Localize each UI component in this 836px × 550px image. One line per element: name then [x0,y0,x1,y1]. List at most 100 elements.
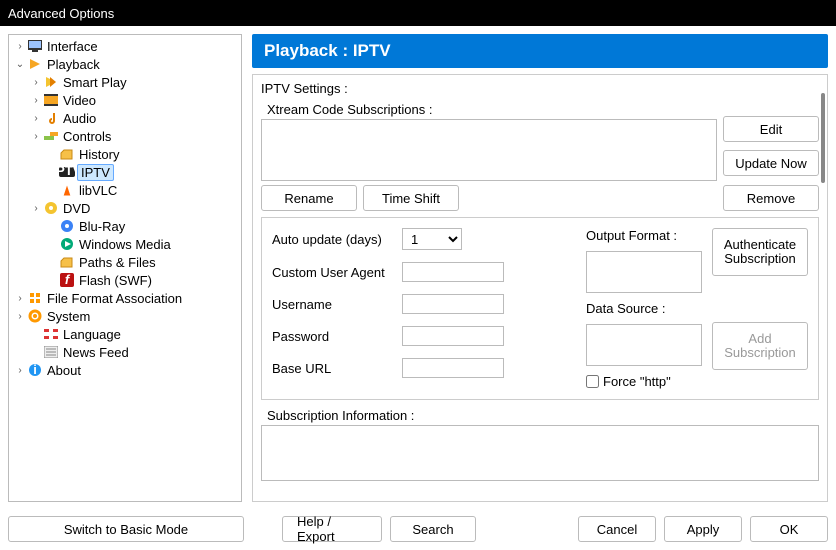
authenticate-subscription-button[interactable]: Authenticate Subscription [712,228,808,276]
cua-label: Custom User Agent [272,265,394,280]
force-http-checkbox[interactable] [586,375,599,388]
password-label: Password [272,329,394,344]
tree-label: System [45,309,92,324]
news-icon [43,344,59,360]
chevron-right-icon[interactable]: › [13,293,27,304]
force-http-label: Force "http" [603,374,671,389]
subscription-info-label: Subscription Information : [261,408,819,423]
help-export-button[interactable]: Help / Export [282,516,382,542]
remove-button[interactable]: Remove [723,185,819,211]
controls-icon [43,128,59,144]
cancel-button[interactable]: Cancel [578,516,656,542]
tree-label: DVD [61,201,92,216]
tree-flash[interactable]: fFlash (SWF) [9,271,241,289]
chevron-right-icon[interactable]: › [29,95,43,106]
tree-playback[interactable]: ⌄Playback [9,55,241,73]
tree-label: Blu-Ray [77,219,127,234]
search-button[interactable]: Search [390,516,476,542]
tree-label: About [45,363,83,378]
smartplay-icon [43,74,59,90]
username-input[interactable] [402,294,504,314]
sidebar-tree[interactable]: ›Interface ⌄Playback ›Smart Play ›Video … [8,34,242,502]
tree-winmedia[interactable]: Windows Media [9,235,241,253]
custom-user-agent-input[interactable] [402,262,504,282]
tree-label: Video [61,93,98,108]
data-source-label: Data Source : [586,301,702,316]
tree-label: libVLC [77,183,119,198]
flash-icon: f [59,272,75,288]
tree-news[interactable]: News Feed [9,343,241,361]
xtream-subscriptions-list[interactable] [261,119,717,181]
add-subscription-button[interactable]: Add Subscription [712,322,808,370]
password-input[interactable] [402,326,504,346]
tree-label: Controls [61,129,113,144]
chevron-right-icon[interactable]: › [13,41,27,52]
tree-assoc[interactable]: › File Format Association [9,289,241,307]
tree-language[interactable]: Language [9,325,241,343]
baseurl-label: Base URL [272,361,394,376]
assoc-icon [27,290,43,306]
rename-button[interactable]: Rename [261,185,357,211]
tree-iptv[interactable]: IPTVIPTV [9,163,241,181]
edit-button[interactable]: Edit [723,116,819,142]
tree-interface[interactable]: ›Interface [9,37,241,55]
ok-button[interactable]: OK [750,516,828,542]
auto-update-select[interactable]: 1 [402,228,462,250]
libvlc-icon [59,182,75,198]
tree-about[interactable]: › i About [9,361,241,379]
credentials-section: Auto update (days)1 Custom User Agent Us… [261,217,819,400]
svg-text:i: i [33,363,37,377]
chevron-down-icon[interactable]: ⌄ [13,59,27,70]
chevron-right-icon[interactable]: › [13,365,27,376]
subscription-info-box[interactable] [261,425,819,481]
tree-label: Flash (SWF) [77,273,154,288]
system-icon [27,308,43,324]
chevron-right-icon[interactable]: › [29,203,43,214]
tree-system[interactable]: › System [9,307,241,325]
settings-body: IPTV Settings : Xtream Code Subscription… [252,74,828,502]
data-source-box[interactable] [586,324,702,366]
base-url-input[interactable] [402,358,504,378]
tree-history[interactable]: History [9,145,241,163]
update-now-button[interactable]: Update Now [723,150,819,176]
iptv-icon: IPTV [59,164,75,180]
tree-label: Smart Play [61,75,129,90]
main-panel: Playback : IPTV IPTV Settings : Xtream C… [252,34,828,502]
playback-icon [27,56,43,72]
tree-label: IPTV [77,164,114,181]
video-icon [43,92,59,108]
tree-dvd[interactable]: › DVD [9,199,241,217]
page-title: Playback : IPTV [252,34,828,68]
tree-label: Paths & Files [77,255,158,270]
tree-libvlc[interactable]: libVLC [9,181,241,199]
tree-video[interactable]: › Video [9,91,241,109]
timeshift-button[interactable]: Time Shift [363,185,459,211]
tree-smartplay[interactable]: › Smart Play [9,73,241,91]
scrollbar[interactable] [821,93,825,183]
chevron-right-icon[interactable]: › [13,311,27,322]
output-format-box[interactable] [586,251,702,293]
dvd-icon [43,200,59,216]
subscription-info-section: Subscription Information : [261,408,819,481]
tree-bluray[interactable]: Blu-Ray [9,217,241,235]
history-icon [59,146,75,162]
chevron-right-icon[interactable]: › [29,113,43,124]
tree-controls[interactable]: › Controls [9,127,241,145]
xtream-section: Xtream Code Subscriptions : Edit Update … [261,102,819,181]
output-format-label: Output Format : [586,228,702,243]
username-label: Username [272,297,394,312]
bluray-icon [59,218,75,234]
about-icon: i [27,362,43,378]
window-title: Advanced Options [8,6,114,21]
svg-text:IPTV: IPTV [59,167,75,177]
tree-audio[interactable]: ›Audio [9,109,241,127]
tree-label: News Feed [61,345,131,360]
tree-label: File Format Association [45,291,184,306]
switch-basic-mode-button[interactable]: Switch to Basic Mode [8,516,244,542]
tree-paths[interactable]: Paths & Files [9,253,241,271]
winmedia-icon [59,236,75,252]
force-http-row[interactable]: Force "http" [586,374,702,389]
chevron-right-icon[interactable]: › [29,131,43,142]
apply-button[interactable]: Apply [664,516,742,542]
chevron-right-icon[interactable]: › [29,77,43,88]
